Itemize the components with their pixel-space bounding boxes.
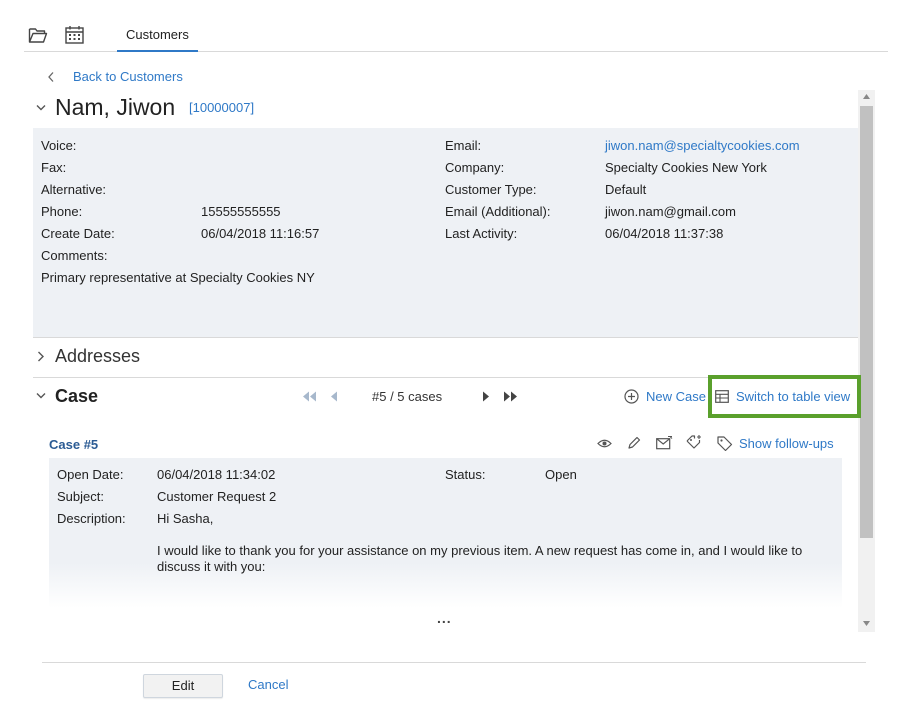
phone-label: Phone: bbox=[41, 204, 83, 219]
last-activity-value: 06/04/2018 11:37:38 bbox=[605, 226, 724, 241]
customer-name: Nam, Jiwon bbox=[55, 94, 176, 120]
status-label: Status: bbox=[445, 467, 486, 482]
subject-value: Customer Request 2 bbox=[157, 489, 277, 504]
tag-add-icon[interactable] bbox=[686, 435, 703, 451]
description-label: Description: bbox=[57, 511, 126, 526]
description-greeting: Hi Sasha, bbox=[157, 511, 214, 526]
plus-circle-icon[interactable] bbox=[624, 389, 639, 404]
email-link[interactable]: jiwon.nam@specialtycookies.com bbox=[605, 138, 800, 153]
prev-page-icon[interactable] bbox=[330, 391, 338, 402]
create-date-label: Create Date: bbox=[41, 226, 115, 241]
footer-divider bbox=[42, 662, 866, 663]
tab-customers[interactable]: Customers bbox=[117, 20, 198, 52]
email-label: Email: bbox=[445, 138, 482, 153]
comments-label: Comments: bbox=[41, 248, 108, 263]
case-details-panel: Open Date: 06/04/2018 11:34:02 Status: O… bbox=[49, 458, 842, 608]
cancel-button[interactable]: Cancel bbox=[248, 677, 288, 692]
open-date-value: 06/04/2018 11:34:02 bbox=[157, 467, 276, 482]
chevron-down-icon[interactable] bbox=[36, 392, 46, 400]
calendar-icon[interactable] bbox=[65, 25, 84, 44]
addresses-heading[interactable]: Addresses bbox=[55, 346, 140, 367]
case-heading[interactable]: Case bbox=[55, 386, 98, 407]
create-date-value: 06/04/2018 11:16:57 bbox=[201, 226, 320, 241]
description-body-line-2: discuss it with you: bbox=[157, 559, 266, 574]
customer-details-panel: Voice: Fax: Alternative: Phone: 15555555… bbox=[33, 128, 858, 338]
show-follow-ups-button[interactable]: Show follow-ups bbox=[739, 436, 834, 451]
scroll-thumb[interactable] bbox=[860, 106, 873, 538]
chevron-right-icon[interactable] bbox=[37, 351, 45, 362]
back-to-customers-link[interactable]: Back to Customers bbox=[73, 69, 183, 84]
switch-to-table-view-button[interactable]: Switch to table view bbox=[736, 389, 850, 404]
comments-value: Primary representative at Specialty Cook… bbox=[41, 270, 315, 285]
customer-id: [10000007] bbox=[189, 100, 255, 115]
collapse-customer-chevron-icon[interactable] bbox=[36, 104, 46, 112]
subject-label: Subject: bbox=[57, 489, 104, 504]
email-additional-label: Email (Additional): bbox=[445, 204, 551, 219]
scroll-up-icon[interactable] bbox=[863, 94, 870, 99]
tag-icon[interactable] bbox=[717, 436, 733, 451]
divider bbox=[33, 337, 858, 338]
case-counter: #5 / 5 cases bbox=[372, 389, 443, 404]
company-label: Company: bbox=[445, 160, 505, 175]
open-date-label: Open Date: bbox=[57, 467, 124, 482]
customer-type-value: Default bbox=[605, 182, 647, 197]
last-page-icon[interactable] bbox=[503, 391, 518, 402]
table-icon[interactable] bbox=[715, 390, 729, 403]
first-page-icon[interactable] bbox=[302, 391, 317, 402]
customer-type-label: Customer Type: bbox=[445, 182, 537, 197]
chevron-left-icon[interactable] bbox=[47, 71, 55, 83]
phone-value: 15555555555 bbox=[201, 204, 281, 219]
mail-icon[interactable] bbox=[656, 436, 673, 450]
company-value: Specialty Cookies New York bbox=[605, 160, 767, 175]
next-page-icon[interactable] bbox=[482, 391, 490, 402]
scrollbar[interactable] bbox=[858, 90, 875, 632]
description-body-line-1: I would like to thank you for your assis… bbox=[157, 543, 803, 558]
edit-button[interactable]: Edit bbox=[143, 674, 223, 698]
email-additional-value: jiwon.nam@gmail.com bbox=[605, 204, 736, 219]
status-value: Open bbox=[545, 467, 577, 482]
top-tab-bar: Customers bbox=[24, 20, 888, 52]
alternative-label: Alternative: bbox=[41, 182, 107, 197]
fax-label: Fax: bbox=[41, 160, 67, 175]
last-activity-label: Last Activity: bbox=[445, 226, 518, 241]
eye-icon[interactable] bbox=[597, 438, 612, 449]
case-title[interactable]: Case #5 bbox=[49, 437, 98, 452]
voice-label: Voice: bbox=[41, 138, 77, 153]
more-ellipsis[interactable]: ... bbox=[437, 610, 452, 626]
scroll-down-icon[interactable] bbox=[863, 621, 870, 626]
pencil-icon[interactable] bbox=[627, 436, 641, 450]
folder-icon[interactable] bbox=[28, 26, 48, 44]
new-case-button[interactable]: New Case bbox=[646, 389, 706, 404]
